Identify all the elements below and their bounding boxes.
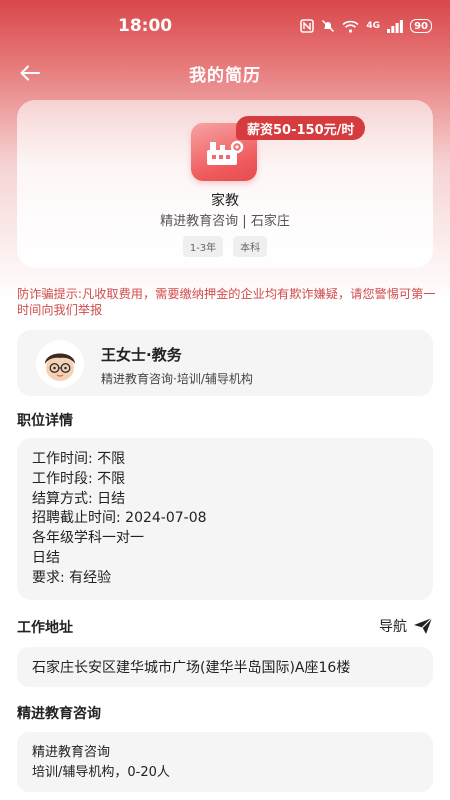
anti-fraud-warning: 防诈骗提示:凡收取费用，需要缴纳押金的企业均有欺诈嫌疑，请您警惕可第一时间向我们… [17,287,436,317]
detail-settlement: 结算方式: 日结 [32,490,126,507]
address-text: 石家庄长安区建华城市广场(建华半岛国际)A座16楼 [32,660,351,676]
company-card[interactable]: 精进教育咨询 培训/辅导机构，0-20人 [17,732,433,792]
tag-education: 本科 [233,236,268,257]
company-info: 培训/辅导机构，0-20人 [32,765,170,780]
detail-description: 各年级学科一对一 [32,530,144,547]
tag-experience: 1-3年 [182,236,224,257]
network-type: 4G [366,21,381,31]
address-card[interactable]: 石家庄长安区建华城市广场(建华半岛国际)A座16楼 [17,647,433,687]
recruiter-org: 精进教育咨询·培训/辅导机构 [101,372,253,386]
job-tags: 1-3年 本科 [17,236,433,257]
navigation-label: 导航 [379,619,407,635]
job-title: 家教 [211,193,239,209]
detail-requirement: 要求: 有经验 [32,569,112,586]
company-name: 精进教育咨询 [32,745,111,760]
page-title: 我的简历 [189,65,261,86]
detail-deadline: 招聘截止时间: 2024-07-08 [32,510,207,527]
detail-payment: 日结 [32,549,60,566]
recruiter-name: 王女士·教务 [101,346,182,364]
recruiter-card[interactable]: 王女士·教务 精进教育咨询·培训/辅导机构 [17,330,433,396]
salary-badge: 薪资50-150元/时 [236,116,366,140]
job-summary-card: 薪资50-150元/时 家教 精进教育咨询 | 石家庄 1-3年 本科 [17,100,433,268]
status-time: 18:00 [118,16,173,36]
signal-icon [387,19,403,33]
avatar [36,340,84,388]
detail-work-time: 工作时间: 不限 [32,451,126,467]
navigation-button[interactable]: 导航 [379,616,433,636]
job-company-location: 精进教育咨询 | 石家庄 [160,214,290,229]
factory-icon [207,140,244,165]
status-icons: 4G 90 [300,19,432,33]
battery-icon: 90 [410,19,432,33]
nav-bar: 我的简历 [0,52,450,94]
back-button[interactable] [14,58,46,88]
job-details-card: 工作时间: 不限 工作时段: 不限 结算方式: 日结 招聘截止时间: 2024-… [17,438,433,600]
section-title-job-details: 职位详情 [17,413,73,429]
detail-work-period: 工作时段: 不限 [32,470,126,487]
navigation-arrow-icon [414,617,433,634]
section-title-address: 工作地址 [17,620,73,636]
nfc-icon [300,19,315,33]
wifi-icon [342,20,360,33]
mute-icon [322,19,335,33]
back-arrow-icon [20,65,40,81]
section-title-company: 精进教育咨询 [17,706,101,722]
status-bar: 18:00 4G 90 [0,0,450,52]
